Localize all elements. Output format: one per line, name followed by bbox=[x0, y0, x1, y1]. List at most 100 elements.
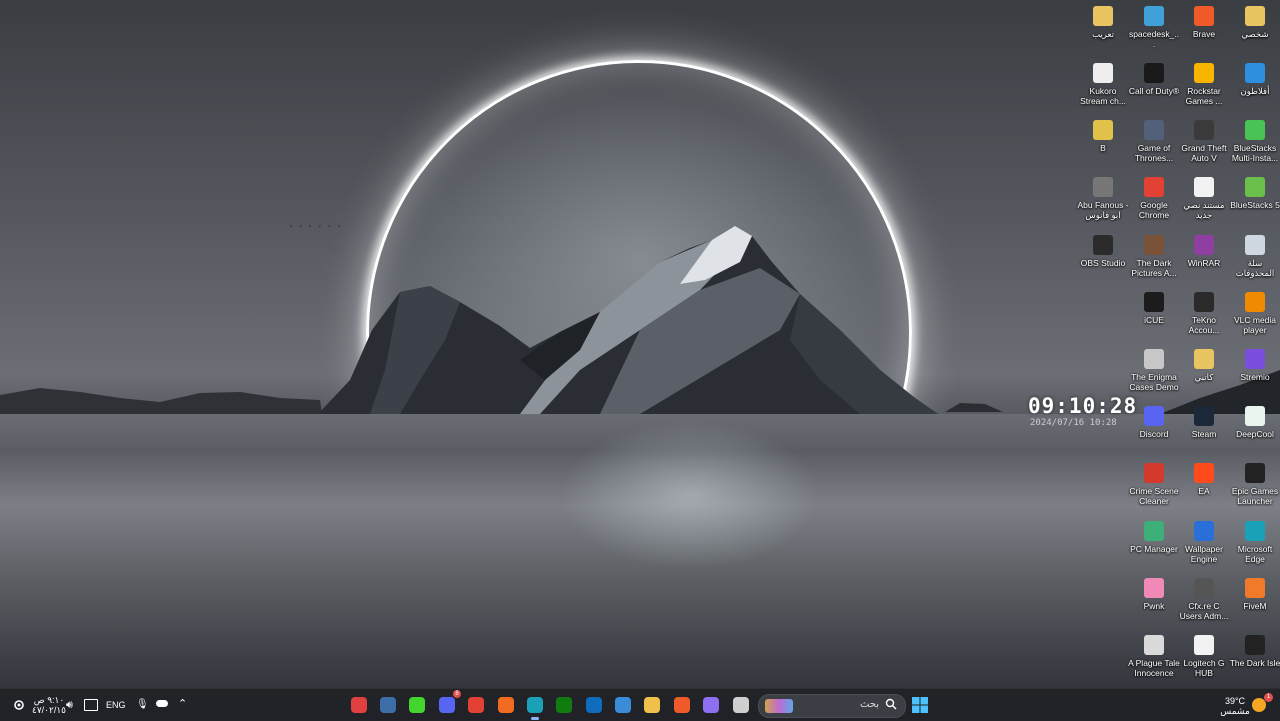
taskbar-app-taskview[interactable] bbox=[729, 693, 753, 717]
desktop-icon-plague[interactable]: A Plague Tale Innocence bbox=[1128, 635, 1180, 678]
desktop-icon-logitech[interactable]: Logitech G HUB bbox=[1178, 635, 1230, 678]
desktop-icon-chrome[interactable]: Google Chrome bbox=[1128, 177, 1180, 220]
desktop-icon-discord[interactable]: Discord bbox=[1128, 406, 1180, 439]
taskbar-app-razer[interactable] bbox=[405, 693, 429, 717]
tray-clock[interactable]: ٩:١٠ ص ٤٧/٠٢/١٥ bbox=[29, 695, 69, 715]
desktop-icon-enigma[interactable]: The Enigma Cases Demo bbox=[1128, 349, 1180, 392]
desktop-icon-recycle[interactable]: سلة المحذوفات bbox=[1229, 235, 1280, 278]
settings-icon[interactable] bbox=[12, 698, 26, 712]
desktop-icon-label: Wallpaper Engine bbox=[1185, 544, 1223, 564]
desktop-icon-label: Stremio bbox=[1240, 372, 1270, 382]
microphone-icon[interactable]: 🎙︎ bbox=[136, 699, 149, 710]
desktop-icon-darkpictures[interactable]: The Dark Pictures A... bbox=[1128, 235, 1180, 278]
desktop-icon-label: iCUE bbox=[1144, 315, 1164, 325]
taskbar-app-app-a[interactable] bbox=[347, 693, 371, 717]
desktop-icon-pwnk[interactable]: Pwnk bbox=[1128, 578, 1180, 611]
taskbar-app-store[interactable] bbox=[611, 693, 635, 717]
search-placeholder: بحث bbox=[859, 699, 879, 710]
taskbar-app-chrome[interactable] bbox=[464, 693, 488, 717]
desktop-icon-abufanous[interactable]: Abu Fanous - ابو فانوس bbox=[1077, 177, 1129, 220]
tray-date: ٤٧/٠٢/١٥ bbox=[31, 705, 66, 715]
taskbar-app-edge[interactable] bbox=[523, 693, 547, 720]
desktop-icon-spacedesk[interactable]: spacedesk_... bbox=[1128, 6, 1180, 49]
desktop-icon-got[interactable]: Game of Thrones... bbox=[1128, 120, 1180, 163]
desktop-icon-label: Call of Duty® bbox=[1128, 86, 1180, 96]
dark-pictures-icon bbox=[1144, 235, 1164, 255]
chevron-up-icon[interactable]: ⌃ bbox=[178, 697, 187, 710]
start-button[interactable] bbox=[908, 693, 932, 717]
desktop-icon-gta[interactable]: Grand Theft Auto V bbox=[1178, 120, 1230, 163]
desktop-icon-rockstar[interactable]: Rockstar Games ... bbox=[1178, 63, 1230, 106]
desktop-icon-deepcool[interactable]: DeepCool bbox=[1229, 406, 1280, 439]
weather-badge: 1 bbox=[1264, 693, 1273, 702]
network-icon[interactable] bbox=[84, 699, 98, 711]
desktop-icon-bsmulti[interactable]: BlueStacks Multi-Insta... bbox=[1229, 120, 1280, 163]
desktop-icon-wallpaper[interactable]: Wallpaper Engine bbox=[1178, 521, 1230, 564]
desktop-icon-obs[interactable]: OBS Studio bbox=[1077, 235, 1129, 268]
desktop-icon-darkisle[interactable]: The Dark Isle bbox=[1229, 635, 1280, 668]
desktop-icon-label: spacedesk_... bbox=[1128, 29, 1180, 49]
desktop-icon-icue[interactable]: iCUE bbox=[1128, 292, 1180, 325]
steam-icon bbox=[380, 697, 396, 713]
desktop-icon-kukoro[interactable]: Kukoro Stream ch... bbox=[1077, 63, 1129, 106]
desktop-icon-pcmanager[interactable]: PC Manager bbox=[1128, 521, 1180, 554]
taskbar-app-discord[interactable]: 8 bbox=[435, 690, 461, 717]
desktop-icon-label: Rockstar Games ... bbox=[1185, 86, 1223, 106]
desktop-icon-fivem[interactable]: FiveM bbox=[1229, 578, 1280, 611]
search-box[interactable]: بحث bbox=[758, 694, 906, 718]
desktop-icon-epic[interactable]: Epic Games Launcher bbox=[1229, 463, 1280, 506]
onedrive-icon[interactable] bbox=[156, 700, 168, 707]
weather-widget[interactable]: 1 39°C مشمس bbox=[1216, 689, 1276, 721]
edge-icon bbox=[1245, 521, 1265, 541]
desktop-icon-newdoc[interactable]: مستند نصي جديد bbox=[1178, 177, 1230, 220]
desktop-icon-label: PC Manager bbox=[1130, 544, 1178, 554]
desktop-icon-aflatoon[interactable]: أفلاطون bbox=[1229, 63, 1280, 96]
desktop-icon-label: كاتبي bbox=[1194, 372, 1214, 382]
taskbar-app-brave[interactable] bbox=[670, 693, 694, 717]
mountain-island bbox=[0, 226, 1280, 414]
desktop-icon-label: VLC media player bbox=[1233, 315, 1277, 335]
desktop-icon-brave[interactable]: Brave bbox=[1178, 6, 1230, 39]
razer-icon bbox=[409, 697, 425, 713]
desktop-icon-stremio[interactable]: Stremio bbox=[1229, 349, 1280, 382]
clock-widget-time: 09:10:28 bbox=[1028, 394, 1138, 418]
enigma-icon bbox=[1144, 349, 1164, 369]
desktop-icon-katbi[interactable]: كاتبي bbox=[1178, 349, 1230, 382]
taskbar-app-affinity[interactable] bbox=[494, 693, 518, 717]
desktop-icon-b[interactable]: B bbox=[1077, 120, 1129, 153]
weather-condition: مشمس bbox=[1220, 706, 1250, 716]
abu-fanous-icon bbox=[1093, 177, 1113, 197]
desktop-icon-label: Google Chrome bbox=[1138, 200, 1170, 220]
xbox-icon bbox=[556, 697, 572, 713]
desktop-icon-crime[interactable]: Crime Scene Cleaner bbox=[1128, 463, 1180, 506]
taskbar-app-xbox[interactable] bbox=[552, 693, 576, 717]
desktop-icon-steam[interactable]: Steam bbox=[1178, 406, 1230, 439]
tekno-icon bbox=[1194, 292, 1214, 312]
language-indicator[interactable]: ENG bbox=[106, 700, 126, 710]
taskbar-app-explorer[interactable] bbox=[640, 693, 664, 717]
desktop-icon-tareeb[interactable]: تعريب bbox=[1077, 6, 1129, 39]
desktop-icon-label: The Dark Isle bbox=[1229, 658, 1280, 668]
ea-icon bbox=[1194, 463, 1214, 483]
desktop-icon-label: تعريب bbox=[1092, 29, 1114, 39]
taskbar-app-outlook[interactable] bbox=[582, 693, 606, 717]
taskbar-app-steam[interactable] bbox=[376, 693, 400, 717]
desktop-icon-bs5[interactable]: BlueStacks 5 bbox=[1229, 177, 1280, 210]
desktop-icon-winrar[interactable]: WinRAR bbox=[1178, 235, 1230, 268]
desktop-icon-edge[interactable]: Microsoft Edge bbox=[1229, 521, 1280, 564]
desktop-icon-tekno[interactable]: TeKno Accou... bbox=[1178, 292, 1230, 335]
volume-icon[interactable]: 🔊︎ bbox=[66, 699, 73, 712]
desktop-icon-label: Abu Fanous - ابو فانوس bbox=[1077, 200, 1129, 220]
desktop-icon-vlc[interactable]: VLC media player bbox=[1229, 292, 1280, 335]
desktop-icon-label: DeepCool bbox=[1236, 429, 1274, 439]
discord-icon bbox=[1144, 406, 1164, 426]
folder-icon bbox=[1093, 6, 1113, 26]
desktop-icon-label: Cfx.re C Users Adm... bbox=[1179, 601, 1229, 621]
stremio-icon bbox=[1245, 349, 1265, 369]
desktop-icon-cfx[interactable]: Cfx.re C Users Adm... bbox=[1178, 578, 1230, 621]
desktop-icon-ea[interactable]: EA bbox=[1178, 463, 1230, 496]
desktop-icon-cod[interactable]: Call of Duty® bbox=[1128, 63, 1180, 96]
pwnk-icon bbox=[1144, 578, 1164, 598]
taskbar-app-copilot[interactable] bbox=[699, 693, 723, 717]
desktop-icon-shakhsi[interactable]: شخصي bbox=[1229, 6, 1280, 39]
